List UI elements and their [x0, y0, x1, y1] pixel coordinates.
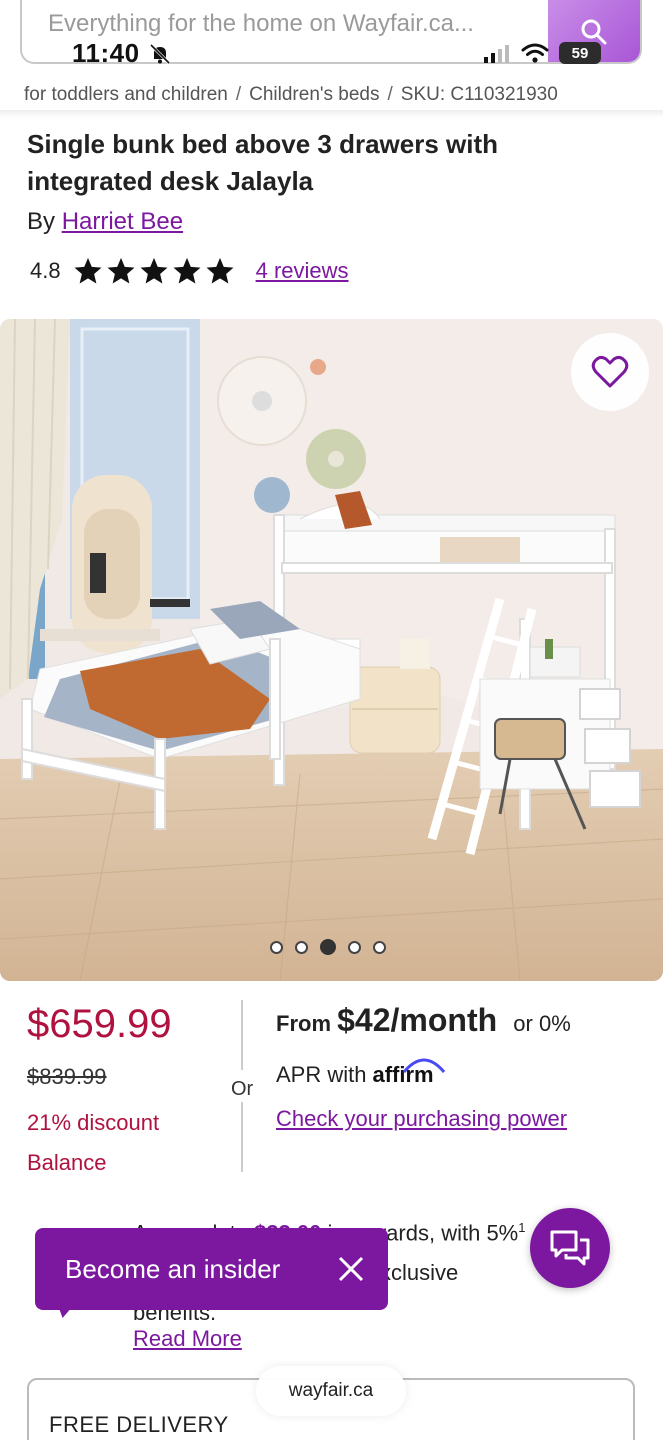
breadcrumb-separator: /: [235, 84, 242, 105]
product-photo-bunk-bed: [0, 319, 663, 981]
browser-url-pill[interactable]: wayfair.ca: [256, 1366, 406, 1416]
carousel-dots: [270, 939, 386, 955]
rating-row: 4.8 4 reviews: [30, 254, 349, 288]
apr-line: APR with: [276, 1062, 367, 1087]
star-icon: [74, 257, 102, 284]
affirm-logo: affirm: [372, 1058, 446, 1088]
wifi-icon: [521, 43, 549, 63]
favorite-button[interactable]: [571, 333, 649, 411]
financing-summary: From $42/month or 0%: [276, 1002, 571, 1039]
chat-button[interactable]: [530, 1208, 610, 1288]
header-divider: [0, 110, 663, 118]
by-prefix: By: [27, 208, 56, 235]
financing-apr: APR with affirm: [276, 1058, 446, 1088]
affirm-arc-icon: [403, 1058, 446, 1073]
search-input[interactable]: Everything for the home on Wayfair.ca...: [48, 10, 474, 38]
insider-toast[interactable]: Become an insider: [35, 1228, 388, 1310]
rewards-footnote: 1: [518, 1220, 526, 1235]
reviews-link[interactable]: 4 reviews: [256, 258, 349, 284]
carousel-dot[interactable]: [348, 940, 361, 954]
silent-bell-icon: [149, 43, 171, 65]
breadcrumb: for toddlers and children / Children's bed…: [24, 84, 558, 106]
breadcrumb-item-childrens-beds[interactable]: Children's beds: [249, 84, 379, 105]
product-image[interactable]: [0, 319, 663, 981]
star-icon: [206, 257, 234, 284]
close-icon[interactable]: [336, 1254, 366, 1284]
read-more-link[interactable]: Read More: [133, 1326, 242, 1352]
breadcrumb-separator: /: [387, 84, 393, 105]
star-icon: [107, 257, 135, 284]
discount-label: 21% discount: [27, 1110, 160, 1135]
status-icons: 59: [483, 42, 601, 64]
breadcrumb-item-toddlers[interactable]: for toddlers and children: [24, 84, 228, 105]
or-label: Or: [231, 1078, 254, 1100]
delivery-label: FREE DELIVERY: [49, 1412, 229, 1437]
chat-icon: [550, 1230, 590, 1266]
battery-indicator: 59: [559, 42, 601, 64]
insider-label[interactable]: Become an insider: [65, 1254, 280, 1285]
breadcrumb-item-sku: SKU: C110321930: [400, 84, 558, 105]
carousel-dot[interactable]: [320, 939, 336, 955]
sale-price: $659.99: [27, 1002, 172, 1046]
carousel-dot[interactable]: [295, 940, 308, 954]
heart-icon: [591, 355, 629, 388]
brand-byline: By Harriet Bee: [27, 208, 183, 236]
star-icon: [173, 257, 201, 284]
check-purchasing-power-link[interactable]: Check your purchasing power: [276, 1100, 596, 1138]
star-icon: [140, 257, 168, 284]
from-label: From: [276, 1011, 331, 1036]
carousel-dot[interactable]: [270, 940, 283, 954]
status-time: 11:40: [72, 38, 140, 68]
product-title: Single bunk bed above 3 drawers with int…: [27, 129, 498, 196]
carousel-dot[interactable]: [373, 940, 386, 954]
apr-suffix: or 0%: [513, 1011, 571, 1036]
rating-value: 4.8: [30, 258, 61, 283]
original-price: $839.99: [27, 1064, 107, 1089]
signal-icon: [484, 45, 509, 63]
balance-label: Balance: [27, 1150, 107, 1175]
monthly-amount: $42/month: [337, 1002, 498, 1038]
brand-link[interactable]: Harriet Bee: [62, 208, 183, 235]
divider: [241, 1102, 243, 1172]
divider: [241, 1000, 243, 1070]
rating-stars: [73, 256, 238, 286]
